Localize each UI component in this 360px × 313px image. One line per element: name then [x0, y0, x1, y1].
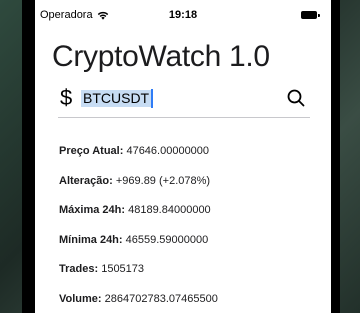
- symbol-input[interactable]: BTCUSDT: [81, 89, 154, 108]
- search-bar: $ BTCUSDT: [58, 86, 310, 112]
- clock: 19:18: [168, 9, 198, 21]
- battery-icon: [301, 11, 320, 19]
- app-screen: Operadora 19:18 CryptoWatch 1.0 $ BTCUSD…: [35, 0, 331, 313]
- change-row: Alteração: +969.89 (+2.078%): [59, 175, 218, 205]
- search-icon[interactable]: [286, 88, 306, 108]
- price-row: Preço Atual: 47646.00000000: [59, 145, 218, 175]
- trades-value: 1505173: [101, 263, 145, 275]
- trades-row: Trades: 1505173: [59, 263, 218, 293]
- search-divider: [58, 117, 310, 118]
- change-label: Alteração:: [59, 174, 113, 187]
- trades-label: Trades:: [59, 263, 99, 275]
- high-24h-value: 48189.84000000: [128, 204, 211, 216]
- volume-row: Volume: 2864702783.07465500: [59, 293, 218, 313]
- volume-value: 2864702783.07465500: [104, 292, 218, 305]
- dollar-icon: $: [60, 85, 73, 110]
- high-24h-label: Máxima 24h:: [59, 204, 126, 216]
- price-value: 47646.00000000: [126, 145, 210, 157]
- desktop-background: Operadora 19:18 CryptoWatch 1.0 $ BTCUSD…: [0, 0, 360, 313]
- volume-label: Volume:: [59, 292, 102, 305]
- high-24h-row: Máxima 24h: 48189.84000000: [59, 204, 218, 234]
- low-24h-row: Mínima 24h: 46559.59000000: [59, 234, 218, 264]
- app-title: CryptoWatch 1.0: [52, 40, 270, 73]
- low-24h-value: 46559.59000000: [125, 233, 209, 246]
- low-24h-label: Mínima 24h:: [59, 233, 123, 246]
- ticker-stats: Preço Atual: 47646.00000000 Alteração: +…: [59, 145, 218, 313]
- status-bar: Operadora 19:18: [35, 0, 331, 30]
- change-value: +969.89 (+2.078%): [115, 174, 211, 187]
- price-label: Preço Atual:: [59, 145, 124, 157]
